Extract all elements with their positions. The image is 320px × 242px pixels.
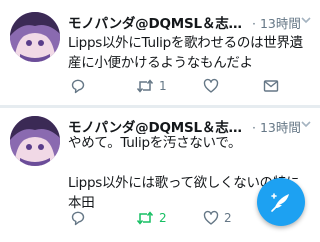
- chevron-down-icon[interactable]: [300, 118, 312, 130]
- share-button[interactable]: [263, 77, 279, 95]
- retweet-button[interactable]: 2: [136, 209, 167, 227]
- tweet-text-line: [68, 153, 313, 173]
- tweet-text-line: やめて。Tulipを汚さないで。: [68, 135, 242, 151]
- tweet-header: モノパンダ@DQMSL＆志… · 13時間: [68, 10, 320, 30]
- tweet-actions: 1: [68, 77, 320, 95]
- retweet-button[interactable]: 1: [136, 77, 167, 95]
- retweet-icon: [136, 79, 154, 93]
- reply-button[interactable]: [70, 77, 91, 95]
- retweet-count: 1: [159, 79, 167, 93]
- reply-button[interactable]: [70, 209, 91, 227]
- tweet-card[interactable]: モノパンダ@DQMSL＆志… · 13時間 Lipps以外にTulipを歌わせる…: [0, 0, 320, 105]
- like-count: 2: [224, 211, 232, 225]
- tweet-timestamp[interactable]: · 13時間: [252, 13, 301, 30]
- chevron-down-icon[interactable]: [300, 14, 312, 26]
- avatar[interactable]: [10, 12, 60, 62]
- share-envelope-icon: [263, 80, 279, 92]
- reply-icon: [71, 211, 85, 226]
- author-name[interactable]: モノパンダ@DQMSL＆志…: [68, 116, 253, 134]
- tweet-text-line: 産に小便かけるようなもんだよ: [68, 55, 253, 71]
- like-button[interactable]: [203, 77, 224, 95]
- avatar[interactable]: [10, 116, 60, 166]
- tweet-timestamp[interactable]: · 13時間: [252, 117, 301, 134]
- retweet-icon: [136, 211, 154, 225]
- retweet-count: 2: [159, 211, 167, 225]
- reply-icon: [71, 79, 85, 94]
- tweet-text: Lipps以外にTulipを歌わせるのは世界遺 産に小便かけるようなもんだよ: [68, 33, 313, 73]
- tweet-text-line: Lipps以外にTulipを歌わせるのは世界遺: [68, 35, 303, 51]
- tweet-header: モノパンダ@DQMSL＆志… · 13時間: [68, 114, 320, 134]
- feather-compose-icon: [271, 193, 289, 212]
- like-icon: [203, 210, 219, 225]
- like-icon: [203, 78, 219, 93]
- like-button[interactable]: 2: [203, 209, 232, 227]
- author-name[interactable]: モノパンダ@DQMSL＆志…: [68, 12, 253, 30]
- compose-tweet-button[interactable]: [257, 178, 305, 226]
